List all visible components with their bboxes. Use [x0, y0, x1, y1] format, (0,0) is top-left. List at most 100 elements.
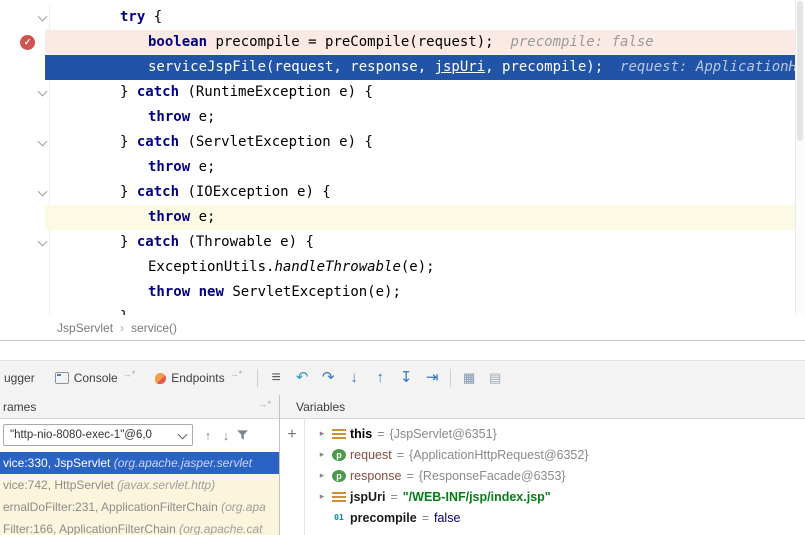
code-text: } catch (ServletException e) { — [50, 130, 805, 155]
code-text: } catch (IOException e) { — [50, 180, 805, 205]
code-line[interactable]: throw e; — [0, 205, 805, 230]
scrollbar-thumb[interactable] — [797, 1, 803, 141]
endpoints-icon — [155, 373, 166, 384]
frame-list: vice:330, JspServlet (org.apache.jasper.… — [0, 452, 279, 535]
gutter-cell — [0, 180, 50, 205]
code-line[interactable]: serviceJspFile(request, response, jspUri… — [0, 55, 805, 80]
code-text: try { — [50, 5, 805, 30]
variable-row[interactable]: ▸this={JspServlet@6351} — [305, 423, 805, 444]
code-text: throw new ServletException(e); — [50, 280, 805, 305]
gutter-cell — [0, 55, 50, 80]
frame-location: vice:330, JspServlet — [3, 456, 114, 470]
stack-frame-row[interactable]: vice:330, JspServlet (org.apache.jasper.… — [0, 452, 279, 474]
gutter-cell — [0, 230, 50, 255]
fold-toggle-icon[interactable] — [38, 237, 48, 247]
code-line[interactable]: } catch (RuntimeException e) { — [0, 80, 805, 105]
gutter-cell — [0, 205, 50, 230]
show-execution-point-icon[interactable]: ↶ — [289, 361, 315, 395]
gutter-cell — [0, 5, 50, 30]
panel-options-icon[interactable]: →* — [258, 399, 271, 409]
code-text: serviceJspFile(request, response, jspUri… — [50, 55, 805, 80]
stack-frame-row[interactable]: Filter:166, ApplicationFilterChain (org.… — [0, 518, 279, 535]
gutter-cell — [0, 305, 50, 315]
variable-row[interactable]: ▸prequest={ApplicationHttpRequest@6352} — [305, 444, 805, 465]
breadcrumb-method[interactable]: service() — [131, 321, 177, 335]
expand-chevron-icon[interactable]: ▸ — [314, 449, 330, 460]
equals-sign: = — [397, 448, 404, 462]
code-line[interactable]: } — [0, 305, 805, 315]
endpoints-tab-label: Endpoints — [171, 371, 224, 385]
settings-menu-icon[interactable]: ≡ — [263, 361, 289, 395]
expand-chevron-icon[interactable]: ▸ — [314, 470, 330, 481]
variables-body: + ▸this={JspServlet@6351}▸prequest={Appl… — [280, 419, 805, 535]
code-line[interactable]: throw e; — [0, 105, 805, 130]
frame-location: vice:742, HttpServlet — [3, 478, 117, 492]
code-line[interactable]: } catch (ServletException e) { — [0, 130, 805, 155]
tab-endpoints[interactable]: Endpoints →* — [145, 361, 252, 395]
stack-frame-row[interactable]: ernalDoFilter:231, ApplicationFilterChai… — [0, 496, 279, 518]
fold-toggle-icon[interactable] — [38, 12, 48, 22]
variable-row[interactable]: ▸jspUri="/WEB-INF/jsp/index.jsp" — [305, 486, 805, 507]
fold-toggle-icon[interactable] — [38, 87, 48, 97]
tab-debugger[interactable]: ugger — [0, 361, 45, 395]
step-over-icon[interactable]: ↷ — [315, 361, 341, 395]
editor-scrollbar[interactable] — [795, 0, 805, 315]
next-frame-icon[interactable]: ↓ — [217, 428, 235, 443]
code-line[interactable]: } catch (Throwable e) { — [0, 230, 805, 255]
table-view-icon[interactable]: ▤ — [482, 361, 508, 395]
thread-selector-value: "http-nio-8080-exec-1"@6,0 — [10, 429, 152, 441]
code-text: } catch (Throwable e) { — [50, 230, 805, 255]
editor-lines: try {✓boolean precompile = preCompile(re… — [0, 0, 805, 315]
code-line[interactable]: ExceptionUtils.handleThrowable(e); — [0, 255, 805, 280]
frames-body: "http-nio-8080-exec-1"@6,0 ↑↓ vice:330, … — [0, 419, 279, 535]
endpoints-tab-suffix: →* — [230, 369, 243, 379]
layout-settings-icon[interactable]: ▦ — [456, 361, 482, 395]
equals-sign: = — [377, 427, 384, 441]
chevron-down-icon — [178, 430, 188, 440]
step-out-icon[interactable]: ↑ — [367, 361, 393, 395]
code-line[interactable]: try { — [0, 5, 805, 30]
variable-icon — [332, 492, 346, 502]
variable-row[interactable]: ▸presponse={ResponseFacade@6353} — [305, 465, 805, 486]
stack-frame-row[interactable]: vice:742, HttpServlet (javax.servlet.htt… — [0, 474, 279, 496]
thread-row: "http-nio-8080-exec-1"@6,0 ↑↓ — [0, 419, 279, 450]
run-to-cursor-icon[interactable]: ⇥ — [419, 361, 445, 395]
code-line[interactable]: ✓boolean precompile = preCompile(request… — [0, 30, 805, 55]
code-text: throw e; — [50, 105, 805, 130]
code-line[interactable]: throw new ServletException(e); — [0, 280, 805, 305]
code-line[interactable]: } catch (IOException e) { — [0, 180, 805, 205]
expand-chevron-icon[interactable]: ▸ — [314, 491, 330, 502]
code-line[interactable]: throw e; — [0, 155, 805, 180]
parameter-icon: p — [332, 449, 346, 461]
code-text: throw e; — [50, 155, 805, 180]
previous-frame-icon[interactable]: ↑ — [199, 428, 217, 443]
frame-package: (org.apache.cat — [179, 522, 262, 535]
variable-name: precompile — [350, 511, 417, 525]
variable-value: "/WEB-INF/jsp/index.jsp" — [403, 490, 551, 504]
variable-icon — [332, 429, 346, 439]
variable-name: response — [350, 469, 401, 483]
force-step-into-icon[interactable]: ↧ — [393, 361, 419, 395]
gutter-cell — [0, 105, 50, 130]
fold-toggle-icon[interactable] — [38, 137, 48, 147]
variables-tree: ▸this={JspServlet@6351}▸prequest={Applic… — [305, 419, 805, 535]
frame-package: (org.apa — [221, 500, 266, 514]
variable-row[interactable]: 01precompile=false — [305, 507, 805, 528]
fold-toggle-icon[interactable] — [38, 187, 48, 197]
variables-panel-header: Variables — [280, 395, 805, 419]
code-text: } catch (RuntimeException e) { — [50, 80, 805, 105]
step-into-icon[interactable]: ↓ — [341, 361, 367, 395]
hide-library-frames-icon[interactable] — [237, 430, 248, 441]
expand-chevron-icon[interactable]: ▸ — [314, 428, 330, 439]
toolbar-separator — [257, 369, 258, 387]
thread-selector[interactable]: "http-nio-8080-exec-1"@6,0 — [3, 424, 193, 446]
breadcrumb-class[interactable]: JspServlet — [57, 321, 113, 335]
gutter-cell: ✓ — [0, 30, 50, 55]
add-watch-button[interactable]: + — [287, 428, 296, 442]
variable-value: false — [434, 511, 460, 525]
ide-window: try {✓boolean precompile = preCompile(re… — [0, 0, 805, 535]
tab-console[interactable]: Console→* — [45, 361, 146, 395]
breakpoint-icon[interactable]: ✓ — [20, 35, 35, 50]
frame-location: Filter:166, ApplicationFilterChain — [3, 522, 179, 535]
code-editor[interactable]: try {✓boolean precompile = preCompile(re… — [0, 0, 805, 315]
